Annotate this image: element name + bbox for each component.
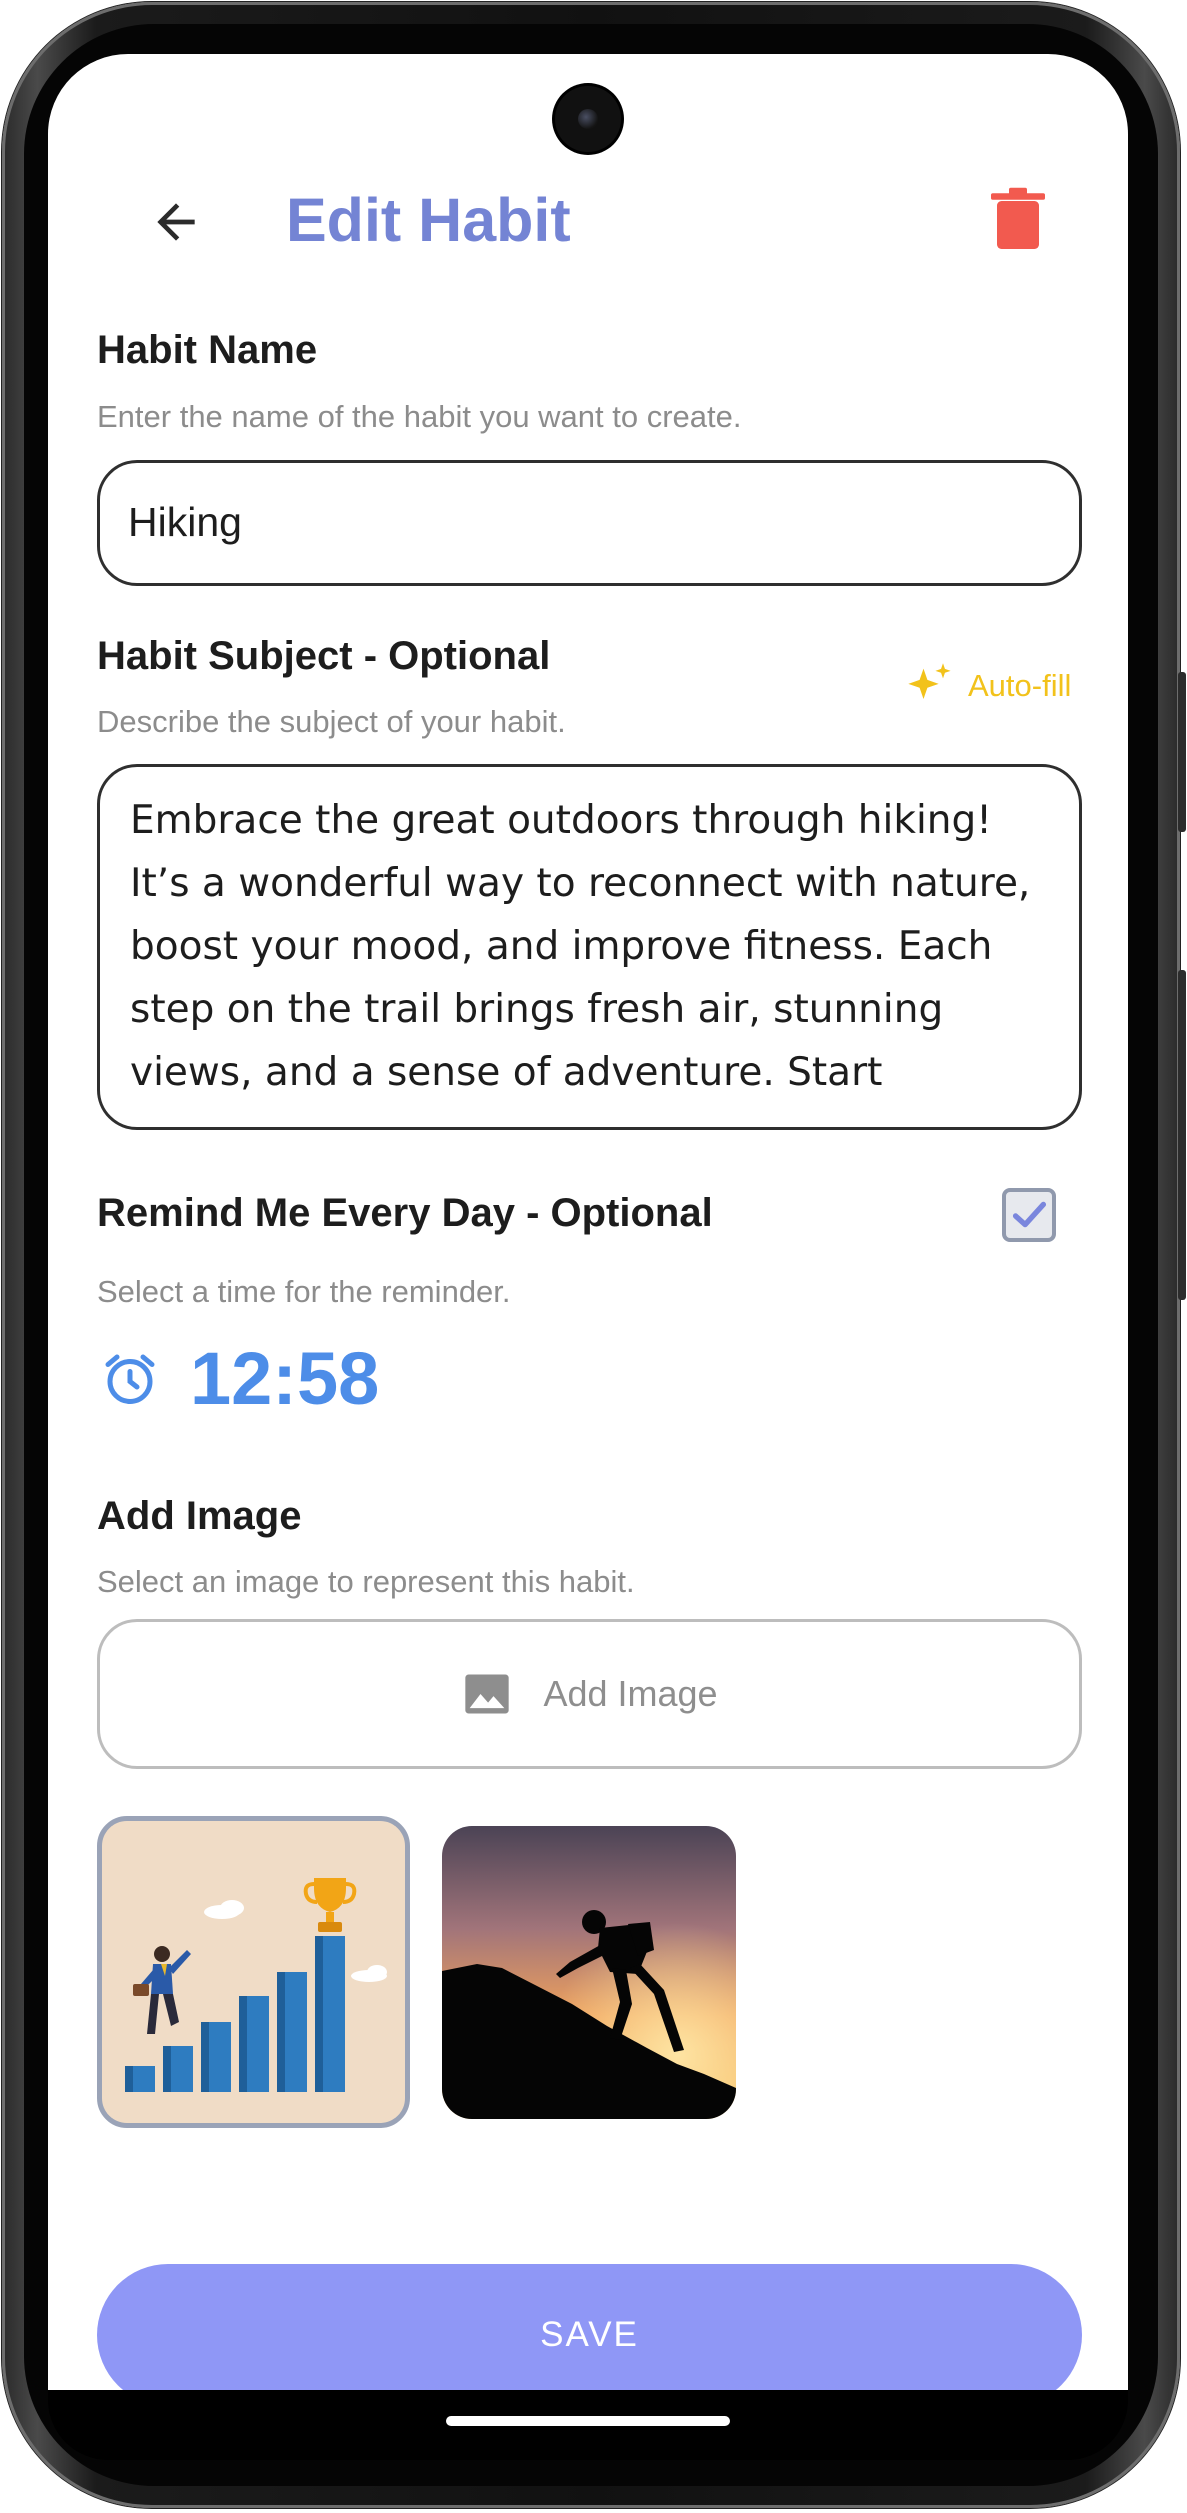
auto-fill-button[interactable]: Auto-fill: [904, 660, 1071, 712]
image-thumbnail-hiker[interactable]: [442, 1826, 736, 2119]
habit-subject-textarea[interactable]: Embrace the great outdoors through hikin…: [97, 764, 1082, 1130]
reminder-checkbox[interactable]: [1002, 1188, 1056, 1242]
add-image-button[interactable]: Add Image: [97, 1619, 1082, 1769]
image-thumbnail-growth-chart[interactable]: [97, 1816, 410, 2128]
growth-chart-illustration: [107, 1826, 400, 2118]
habit-name-label: Habit Name: [97, 328, 318, 372]
reminder-time: 12:58: [190, 1337, 380, 1420]
reminder-hint: Select a time for the reminder.: [97, 1274, 511, 1309]
image-icon: [465, 1674, 510, 1714]
save-button-label: SAVE: [540, 2315, 639, 2354]
habit-name-value: Hiking: [128, 499, 242, 545]
add-image-hint: Select an image to represent this habit.: [97, 1564, 635, 1599]
sparkle-icon: [908, 663, 951, 699]
add-image-label: Add Image: [97, 1494, 302, 1538]
alarm-clock-icon: [105, 1354, 155, 1404]
reminder-label: Remind Me Every Day - Optional: [97, 1191, 713, 1235]
auto-fill-label: Auto-fill: [968, 668, 1072, 703]
habit-subject-hint: Describe the subject of your habit.: [97, 704, 566, 739]
app-screen: Edit Habit Habit Name Enter the name of …: [48, 54, 1128, 2390]
trash-icon[interactable]: [988, 186, 1048, 252]
power-button: [1178, 970, 1186, 1300]
save-button[interactable]: SAVE: [97, 2264, 1082, 2390]
back-arrow-icon[interactable]: [148, 194, 204, 250]
habit-name-input[interactable]: Hiking: [97, 460, 1082, 586]
checkmark-icon: [1012, 1201, 1047, 1228]
home-indicator[interactable]: [446, 2416, 730, 2426]
hiker-sunset-photo: [442, 1826, 736, 2119]
front-camera: [555, 86, 621, 152]
volume-button: [1178, 672, 1186, 832]
add-image-button-label: Add Image: [543, 1673, 718, 1714]
reminder-time-picker[interactable]: 12:58: [100, 1336, 379, 1421]
habit-subject-value: Embrace the great outdoors through hikin…: [130, 798, 1031, 1095]
habit-subject-label: Habit Subject - Optional: [97, 634, 551, 678]
page-title: Edit Habit: [286, 186, 571, 254]
habit-name-hint: Enter the name of the habit you want to …: [97, 399, 742, 434]
